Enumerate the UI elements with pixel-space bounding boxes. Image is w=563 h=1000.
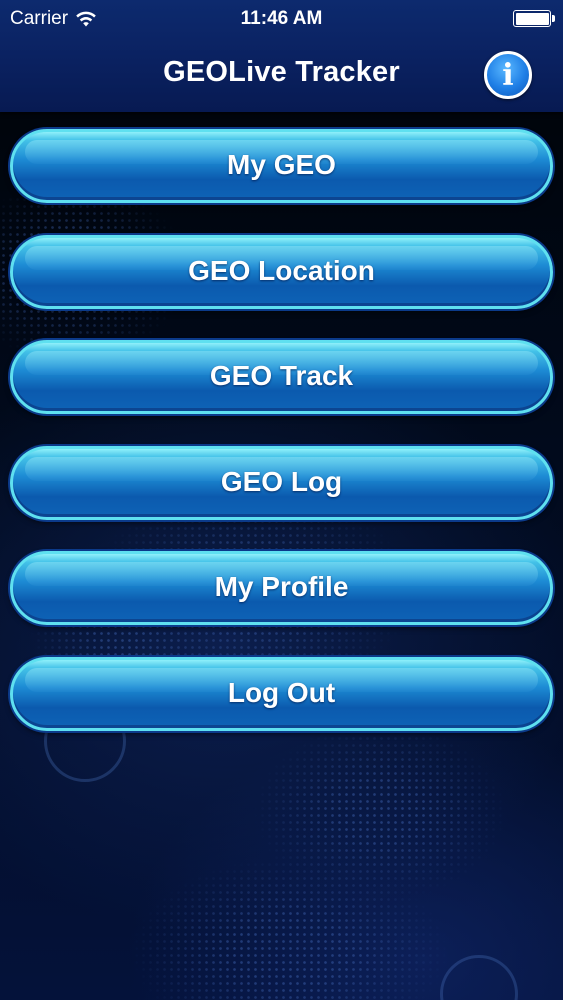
button-label: GEO Location xyxy=(188,254,375,286)
navigation-bar: Carrier 11:46 AM GEOLive Tracker i xyxy=(0,0,563,112)
button-label: GEO Track xyxy=(209,359,354,391)
battery-level xyxy=(515,12,549,25)
status-time: 11:46 AM xyxy=(240,8,323,29)
info-icon: i xyxy=(502,57,514,93)
my-profile-button[interactable]: My Profile xyxy=(10,551,553,625)
geo-track-button[interactable]: GEO Track xyxy=(10,340,553,414)
log-out-button[interactable]: Log Out xyxy=(10,657,553,731)
geo-log-button[interactable]: GEO Log xyxy=(10,446,553,520)
page-title: GEOLive Tracker xyxy=(163,56,400,88)
info-button[interactable]: i xyxy=(484,51,532,99)
button-label: Log Out xyxy=(227,676,336,708)
button-label: GEO Log xyxy=(220,465,343,497)
status-bar: Carrier 11:46 AM xyxy=(0,0,563,38)
geo-location-button[interactable]: GEO Location xyxy=(10,235,553,309)
battery-icon xyxy=(513,10,555,27)
battery-nub xyxy=(552,15,555,22)
button-label: My Profile xyxy=(214,570,349,602)
my-geo-button[interactable]: My GEO xyxy=(10,129,553,203)
app-screen: Carrier 11:46 AM GEOLive Tracker i My GE… xyxy=(0,0,563,1000)
button-label: My GEO xyxy=(227,148,336,180)
